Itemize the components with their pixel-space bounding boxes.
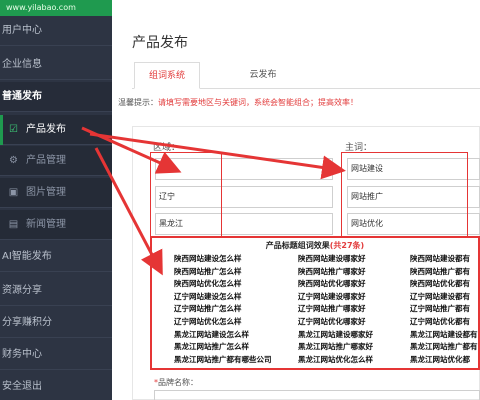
result-item: 黑龙江网站建设哪家好 [298, 329, 373, 339]
result-item: 黑龙江网站推广都有 [410, 342, 478, 352]
sidebar-item-resource-share[interactable]: 资源分享 [0, 276, 112, 306]
result-item: 黑龙江网站建设怎么样 [174, 329, 249, 339]
result-item: 陕西网站推广都有 [410, 266, 470, 276]
result-item: 黑龙江网站推广怎么样 [174, 342, 249, 352]
sidebar-item-label: AI智能发布 [2, 251, 52, 262]
result-title: 产品标题组词效果(共27条) [152, 240, 478, 251]
image-icon: ▣ [8, 187, 19, 198]
sidebar-item-finance[interactable]: 财务中心 [0, 340, 112, 370]
sidebar-item-label: 产品管理 [26, 155, 66, 166]
annotation-box-keywords [341, 152, 468, 238]
result-item: 辽宁网站建设哪家好 [298, 291, 366, 301]
tab-cloud-publish[interactable]: 云发布 [240, 62, 286, 89]
result-item: 陕西网站推广怎么样 [174, 266, 242, 276]
tab-bar: 组词系统 云发布 [132, 62, 480, 89]
sidebar-item-label: 资源分享 [2, 285, 42, 296]
sidebar-item-label: 产品发布 [26, 124, 66, 135]
result-item: 辽宁网站优化怎么样 [174, 317, 242, 326]
sidebar-item-label: 用户中心 [2, 25, 42, 36]
result-count: (共27条) [329, 241, 365, 250]
brand-label-text: 品牌名称： [158, 378, 198, 387]
result-item: 辽宁网站推广怎么样 [174, 304, 242, 314]
tip-message: 请填写需要地区与关键词，系统会智能组合；提高效率！ [158, 98, 358, 107]
sidebar-item-logout[interactable]: 安全退出 [0, 372, 112, 400]
sidebar-item-product-publish[interactable]: ☑ 产品发布 [0, 115, 112, 145]
news-icon: ▤ [8, 219, 19, 230]
brand-label: *品牌名称： [154, 377, 198, 388]
sidebar-section-normal-publish[interactable]: 普通发布 [0, 82, 112, 112]
tip-prefix: 温馨提示： [118, 98, 158, 107]
sidebar-item-label: 图片管理 [26, 187, 66, 198]
sidebar-item-ai-publish[interactable]: AI智能发布 [0, 242, 112, 272]
sidebar-item-label: 普通发布 [2, 91, 42, 102]
result-item: 陕西网站优化怎么样 [174, 279, 242, 289]
sidebar-item-company-info[interactable]: 企业信息 [0, 50, 112, 80]
sidebar-item-label: 企业信息 [2, 59, 42, 70]
brand-input[interactable] [154, 390, 480, 400]
sidebar-item-user-center[interactable]: 用户中心 [0, 16, 112, 46]
result-item: 黑龙江网站推广都有哪些公司 [174, 354, 272, 364]
result-item: 陕西网站建设都有 [410, 254, 470, 263]
result-item: 黑龙江网站建设都有 [410, 329, 478, 339]
result-item: 辽宁网站建设都有 [410, 291, 470, 301]
logo[interactable]: www.yilabao.com [0, 0, 112, 16]
result-item: 陕西网站建设哪家好 [298, 254, 366, 263]
page-title: 产品发布 [132, 35, 188, 51]
result-item: 辽宁网站优化哪家好 [298, 317, 366, 326]
result-item: 黑龙江网站优化怎么样 [298, 354, 373, 364]
tab-word-combination[interactable]: 组词系统 [134, 62, 200, 89]
sidebar-item-label: 分享赚积分 [2, 317, 52, 328]
result-item: 陕西网站推广哪家好 [298, 266, 366, 276]
result-item: 辽宁网站推广哪家好 [298, 304, 366, 314]
result-box: 产品标题组词效果(共27条) 陕西网站建设怎么样 陕西网站推广怎么样 陕西网站优化怎… [150, 236, 480, 370]
sidebar: www.yilabao.com 用户中心 企业信息 普通发布 ☑ 产品发布 ⚙ 产品… [0, 0, 112, 400]
sidebar-item-product-manage[interactable]: ⚙ 产品管理 [0, 146, 112, 176]
active-indicator [0, 115, 3, 145]
tip-text: 温馨提示：请填写需要地区与关键词，系统会智能组合；提高效率！ [118, 97, 358, 108]
result-item: 黑龙江网站优化都 [410, 354, 470, 364]
annotation-box-regions [150, 152, 222, 238]
sidebar-item-news-manage[interactable]: ▤ 新闻管理 [0, 210, 112, 240]
result-item: 黑龙江网站推广哪家好 [298, 342, 373, 352]
result-title-text: 产品标题组词效果 [265, 241, 330, 250]
sidebar-item-label: 财务中心 [2, 349, 42, 360]
sidebar-item-label: 安全退出 [2, 381, 42, 392]
result-item: 陕西网站优化都有 [410, 279, 470, 289]
result-item: 陕西网站建设怎么样 [174, 254, 242, 263]
result-item: 辽宁网站优化都有 [410, 317, 470, 326]
sidebar-item-share-points[interactable]: 分享赚积分 [0, 308, 112, 338]
sidebar-item-label: 新闻管理 [26, 219, 66, 230]
result-item: 辽宁网站建设怎么样 [174, 291, 242, 301]
gear-icon: ⚙ [9, 155, 18, 166]
sidebar-item-image-manage[interactable]: ▣ 图片管理 [0, 178, 112, 208]
edit-icon: ☑ [9, 124, 18, 135]
result-item: 辽宁网站推广都有 [410, 304, 470, 314]
result-item: 陕西网站优化哪家好 [298, 279, 366, 289]
